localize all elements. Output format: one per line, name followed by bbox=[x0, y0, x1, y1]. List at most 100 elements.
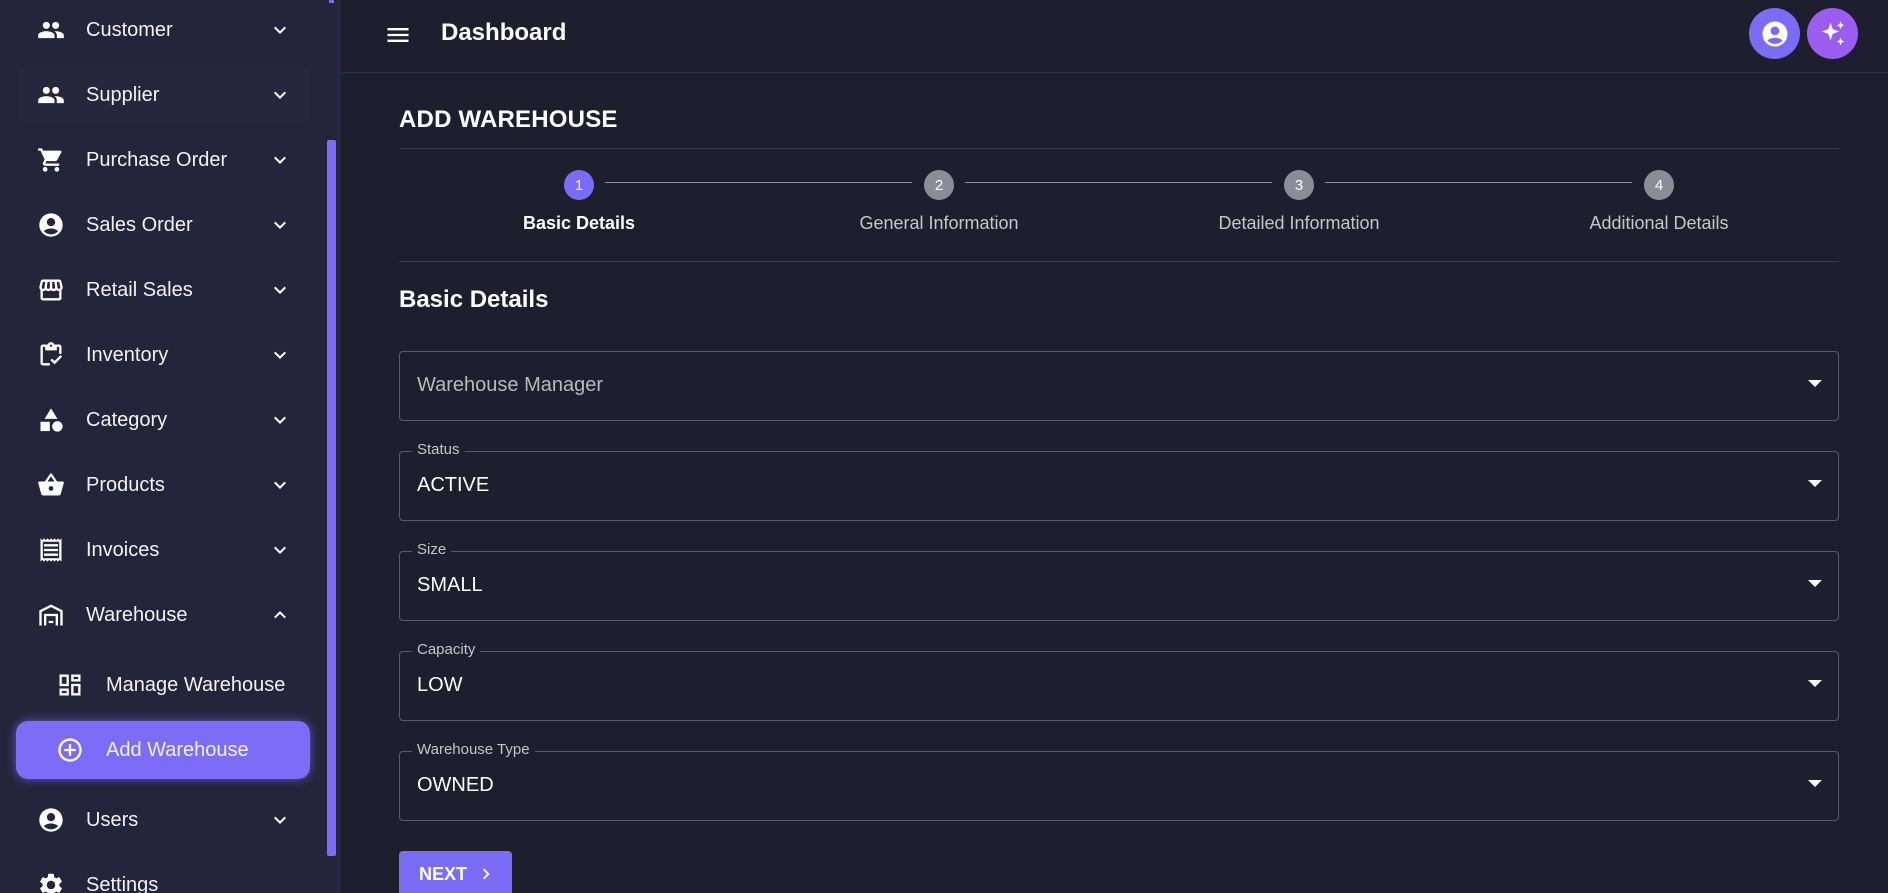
step-label: General Information bbox=[859, 213, 1019, 233]
chevron-down-icon bbox=[266, 146, 294, 174]
divider bbox=[399, 261, 1839, 262]
ai-assistant-button[interactable] bbox=[1807, 8, 1858, 59]
shapes-icon bbox=[37, 406, 65, 434]
sidebar-subitem-add-warehouse[interactable]: Add Warehouse bbox=[16, 721, 310, 779]
warehouse-type-select[interactable]: Warehouse Type OWNED bbox=[399, 741, 1839, 821]
add-circle-icon bbox=[56, 736, 84, 764]
sidebar-item-label: Products bbox=[86, 473, 165, 496]
field-label: Status bbox=[412, 441, 465, 458]
sidebar-subitem-label: Manage Warehouse bbox=[106, 673, 286, 696]
chevron-down-icon bbox=[266, 471, 294, 499]
sidebar-item-settings[interactable]: Settings bbox=[17, 857, 311, 893]
chevron-down-icon bbox=[266, 16, 294, 44]
sidebar-item-label: Sales Order bbox=[86, 213, 193, 236]
chevron-down-icon bbox=[266, 341, 294, 369]
step-basic-details[interactable]: 1 Basic Details bbox=[399, 168, 759, 248]
sidebar-item-products[interactable]: Products bbox=[17, 457, 311, 513]
warehouse-icon bbox=[37, 601, 65, 629]
field-label: Size bbox=[412, 541, 452, 558]
sidebar-item-supplier[interactable]: Supplier bbox=[17, 67, 311, 123]
capacity-select[interactable]: Capacity LOW bbox=[399, 641, 1839, 721]
step-label: Additional Details bbox=[1589, 213, 1729, 233]
step-number: 4 bbox=[1644, 170, 1674, 200]
step-number: 1 bbox=[564, 170, 594, 200]
basket-icon bbox=[37, 471, 65, 499]
divider bbox=[399, 148, 1839, 149]
dropdown-arrow-icon bbox=[1808, 680, 1822, 687]
sidebar-item-inventory[interactable]: Inventory bbox=[17, 327, 311, 383]
sidebar-item-label: Warehouse bbox=[86, 603, 188, 626]
account-circle-icon bbox=[37, 806, 65, 834]
field-label: Warehouse Type bbox=[412, 741, 535, 758]
sidebar-item-purchase-order[interactable]: Purchase Order bbox=[17, 132, 311, 188]
step-detailed-information[interactable]: 3 Detailed Information bbox=[1119, 168, 1479, 248]
dashboard-grid-icon bbox=[56, 671, 84, 699]
top-bar: Dashboard bbox=[341, 0, 1888, 73]
sidebar-subitem-manage-warehouse[interactable]: Manage Warehouse bbox=[16, 656, 310, 714]
sidebar-item-invoices[interactable]: Invoices bbox=[17, 522, 311, 578]
chevron-down-icon bbox=[266, 211, 294, 239]
sidebar-item-label: Supplier bbox=[86, 83, 160, 106]
dropdown-arrow-icon bbox=[1808, 380, 1822, 387]
select-value: LOW bbox=[417, 674, 463, 696]
scrollbar-thumb-top[interactable] bbox=[329, 0, 334, 3]
size-select[interactable]: Size SMALL bbox=[399, 541, 1839, 621]
dropdown-arrow-icon bbox=[1808, 780, 1822, 787]
sidebar-item-label: Retail Sales bbox=[86, 278, 193, 301]
user-avatar-button[interactable] bbox=[1749, 8, 1800, 59]
page-title: Dashboard bbox=[441, 19, 567, 46]
chevron-down-icon bbox=[266, 276, 294, 304]
clipboard-check-icon bbox=[37, 341, 65, 369]
account-circle-icon bbox=[37, 211, 65, 239]
cart-icon bbox=[37, 146, 65, 174]
chevron-up-icon bbox=[266, 601, 294, 629]
warehouse-manager-select[interactable]: Warehouse Manager bbox=[399, 351, 1839, 421]
dropdown-arrow-icon bbox=[1808, 480, 1822, 487]
field-label: Capacity bbox=[412, 641, 481, 658]
gear-icon bbox=[37, 871, 65, 893]
sidebar: Customer Supplier Purchase Order Sales O… bbox=[0, 0, 340, 893]
select-placeholder: Warehouse Manager bbox=[417, 374, 604, 396]
sidebar-item-customer[interactable]: Customer bbox=[17, 2, 311, 58]
step-number: 3 bbox=[1284, 170, 1314, 200]
chevron-down-icon bbox=[266, 806, 294, 834]
sidebar-item-label: Inventory bbox=[86, 343, 169, 366]
store-icon bbox=[37, 276, 65, 304]
sidebar-item-label: Purchase Order bbox=[86, 148, 228, 171]
step-label: Detailed Information bbox=[1218, 213, 1380, 233]
receipt-icon bbox=[37, 536, 65, 564]
sidebar-item-warehouse[interactable]: Warehouse bbox=[17, 587, 311, 643]
chevron-down-icon bbox=[266, 81, 294, 109]
select-value: OWNED bbox=[417, 774, 494, 796]
sidebar-item-label: Settings bbox=[86, 873, 159, 893]
form-title: ADD WAREHOUSE bbox=[399, 106, 618, 133]
dropdown-arrow-icon bbox=[1808, 580, 1822, 587]
step-general-information[interactable]: 2 General Information bbox=[759, 168, 1119, 248]
step-number: 2 bbox=[924, 170, 954, 200]
sidebar-item-label: Category bbox=[86, 408, 168, 431]
select-value: ACTIVE bbox=[417, 474, 490, 496]
sidebar-item-category[interactable]: Category bbox=[17, 392, 311, 448]
scrollbar-thumb[interactable] bbox=[327, 140, 336, 856]
step-label: Basic Details bbox=[522, 213, 636, 233]
next-button-label: NEXT bbox=[419, 863, 468, 884]
sidebar-item-label: Users bbox=[86, 808, 139, 831]
status-select[interactable]: Status ACTIVE bbox=[399, 441, 1839, 521]
menu-icon[interactable] bbox=[383, 20, 413, 50]
sidebar-subitem-label: Add Warehouse bbox=[106, 738, 249, 761]
sidebar-item-users[interactable]: Users bbox=[17, 792, 311, 848]
people-icon bbox=[37, 81, 65, 109]
sidebar-item-retail-sales[interactable]: Retail Sales bbox=[17, 262, 311, 318]
select-value: SMALL bbox=[417, 574, 483, 596]
people-icon bbox=[37, 16, 65, 44]
section-title: Basic Details bbox=[399, 286, 549, 313]
chevron-down-icon bbox=[266, 406, 294, 434]
sidebar-item-label: Invoices bbox=[86, 538, 160, 561]
account-circle-icon bbox=[1762, 21, 1787, 46]
step-additional-details[interactable]: 4 Additional Details bbox=[1479, 168, 1839, 248]
chevron-right-icon bbox=[482, 868, 490, 880]
next-button[interactable]: NEXT bbox=[399, 851, 512, 893]
sidebar-item-sales-order[interactable]: Sales Order bbox=[17, 197, 311, 253]
sparkle-icon bbox=[1821, 21, 1844, 45]
chevron-down-icon bbox=[266, 536, 294, 564]
